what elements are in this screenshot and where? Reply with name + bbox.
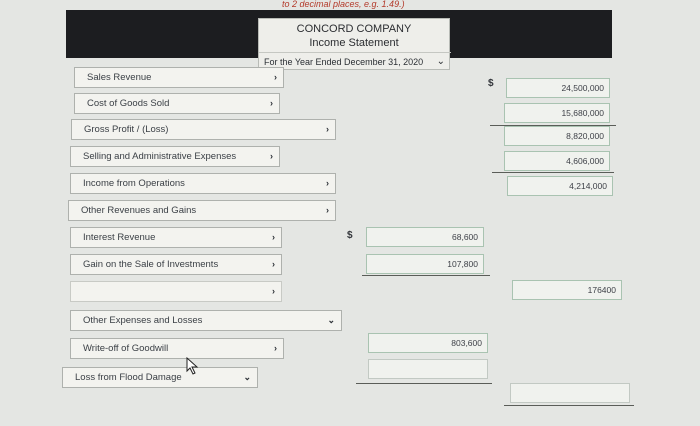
chevron-down-icon: › xyxy=(272,259,275,269)
statement-header: CONCORD COMPANY Income Statement For the… xyxy=(258,18,451,70)
amount-input-selling-admin[interactable]: 4,606,000 xyxy=(504,151,610,171)
chevron-down-icon: › xyxy=(272,286,275,296)
select-label: Gain on the Sale of Investments xyxy=(83,259,219,270)
chevron-down-icon: › xyxy=(270,98,273,108)
select-interest-revenue[interactable]: Interest Revenue › xyxy=(70,227,282,248)
chevron-down-icon: › xyxy=(274,72,277,82)
chevron-down-icon: › xyxy=(326,178,329,188)
chevron-down-icon: › xyxy=(272,232,275,242)
amount-input-write-off-goodwill[interactable]: 803,600 xyxy=(368,333,488,353)
chevron-down-icon: ⌄ xyxy=(327,315,335,325)
amount-input-gross-profit[interactable]: 8,820,000 xyxy=(504,126,610,146)
amount-input-interest-revenue[interactable]: 68,600 xyxy=(366,227,484,247)
select-write-off-goodwill[interactable]: Write-off of Goodwill › xyxy=(70,338,284,359)
company-name: CONCORD COMPANY xyxy=(296,23,412,35)
select-label: Income from Operations xyxy=(83,178,185,189)
select-gross-profit[interactable]: Gross Profit / (Loss) › xyxy=(71,119,336,140)
period-select[interactable]: For the Year Ended December 31, 2020 ⌄ xyxy=(259,52,451,70)
amount-input-other-expenses-total[interactable] xyxy=(510,383,630,403)
instruction-text: to 2 decimal places, e.g. 1.49.) xyxy=(282,0,405,9)
amount-input-other-revenues-total[interactable]: 176400 xyxy=(512,280,622,300)
select-cost-of-goods-sold[interactable]: Cost of Goods Sold › xyxy=(74,93,280,114)
amount-input-loss-flood[interactable] xyxy=(368,359,488,379)
select-other-revenues-gains[interactable]: Other Revenues and Gains › xyxy=(68,200,336,221)
select-label: Other Expenses and Losses xyxy=(83,315,203,326)
select-label: Loss from Flood Damage xyxy=(75,372,182,383)
select-income-from-operations[interactable]: Income from Operations › xyxy=(70,173,336,194)
select-label: Sales Revenue xyxy=(87,72,152,83)
select-label: Cost of Goods Sold xyxy=(87,98,170,109)
subtotal-rule xyxy=(356,383,492,384)
chevron-down-icon: ⌄ xyxy=(243,372,251,382)
chevron-down-icon: › xyxy=(274,343,277,353)
select-other-expenses-losses[interactable]: Other Expenses and Losses ⌄ xyxy=(70,310,342,331)
select-selling-admin-expenses[interactable]: Selling and Administrative Expenses › xyxy=(70,146,280,167)
chevron-down-icon: › xyxy=(326,124,329,134)
select-label: Gross Profit / (Loss) xyxy=(84,124,169,135)
select-sales-revenue[interactable]: Sales Revenue › xyxy=(74,67,284,88)
period-label: For the Year Ended December 31, 2020 xyxy=(264,57,424,67)
chevron-down-icon: › xyxy=(270,151,273,161)
amount-input-income-operations[interactable]: 4,214,000 xyxy=(507,176,613,196)
subtotal-rule xyxy=(362,275,490,276)
chevron-down-icon: › xyxy=(326,205,329,215)
select-label: Selling and Administrative Expenses xyxy=(83,151,237,162)
select-empty-row[interactable]: › xyxy=(70,281,282,302)
select-loss-flood-damage[interactable]: Loss from Flood Damage ⌄ xyxy=(62,367,258,388)
select-gain-on-sale-investments[interactable]: Gain on the Sale of Investments › xyxy=(70,254,282,275)
select-label: Interest Revenue xyxy=(83,232,156,243)
chevron-down-icon: ⌄ xyxy=(436,56,445,67)
dollar-sign: $ xyxy=(347,230,353,241)
mouse-pointer-icon xyxy=(186,357,199,375)
select-label: Other Revenues and Gains xyxy=(81,205,197,216)
select-label: Write-off of Goodwill xyxy=(83,343,169,354)
dollar-sign: $ xyxy=(488,78,494,89)
subtotal-rule xyxy=(504,405,634,406)
amount-input-gain-on-sale[interactable]: 107,800 xyxy=(366,254,484,274)
statement-title: Income Statement xyxy=(309,37,399,49)
amount-input-sales-revenue[interactable]: 24,500,000 xyxy=(506,78,610,98)
subtotal-rule xyxy=(492,172,614,173)
amount-input-cost-of-goods-sold[interactable]: 15,680,000 xyxy=(504,103,610,123)
